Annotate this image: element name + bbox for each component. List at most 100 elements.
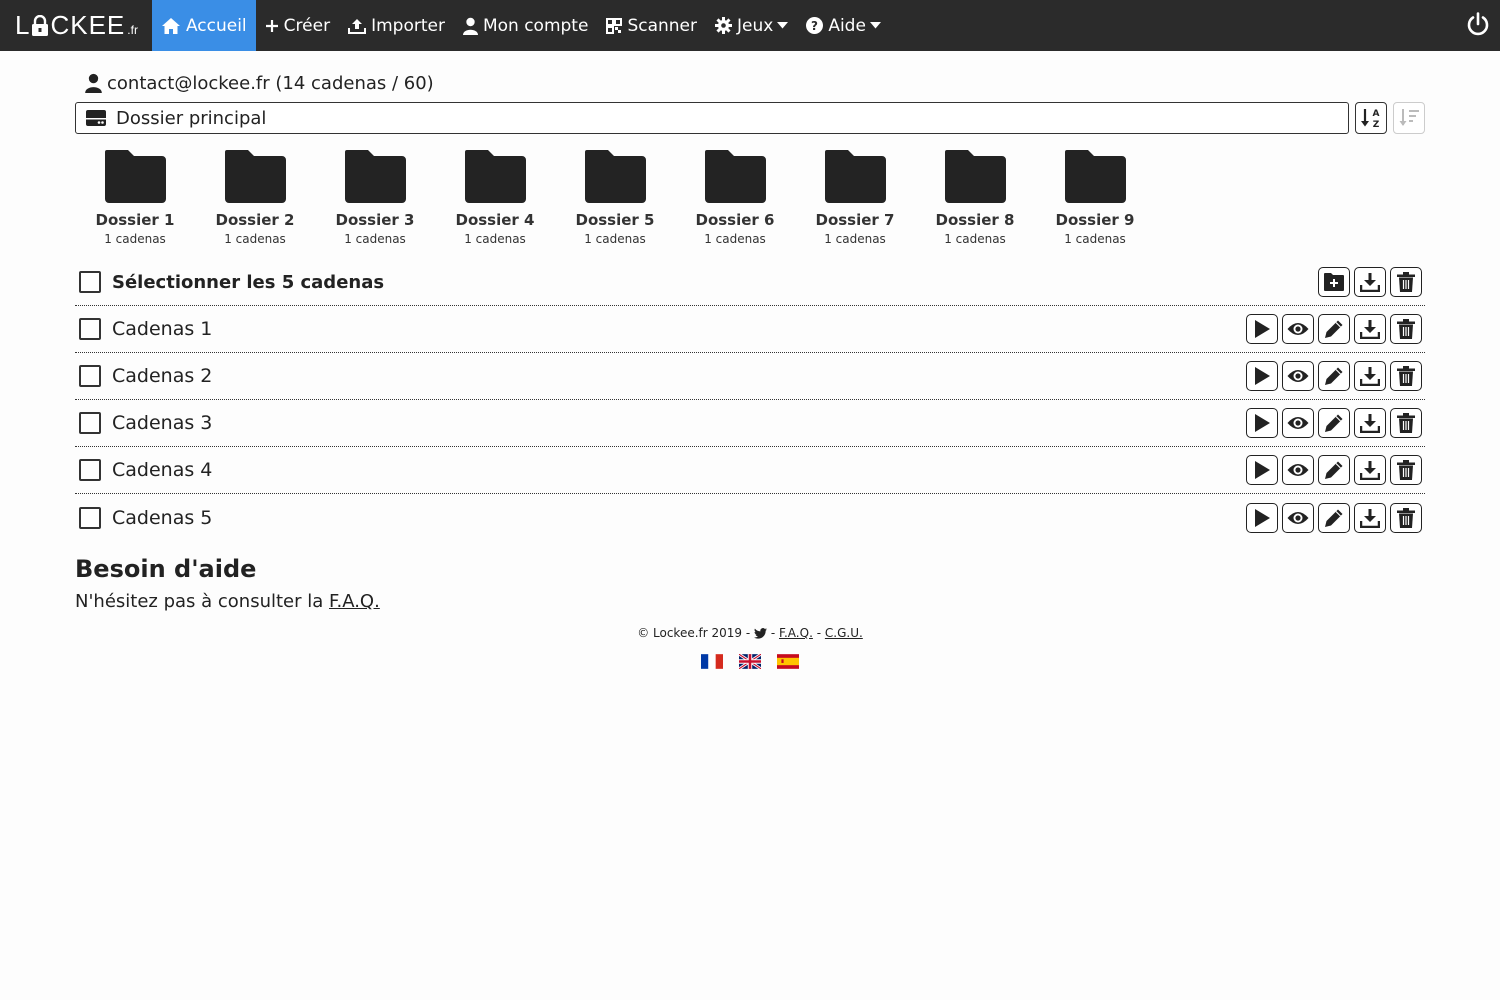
lock-row: Cadenas 5 — [75, 494, 1425, 541]
move-to-folder-button[interactable] — [1318, 267, 1350, 297]
play-button[interactable] — [1246, 455, 1278, 485]
folder-icon — [1064, 150, 1126, 203]
folder-select[interactable]: Dossier principal — [75, 102, 1349, 134]
pencil-icon — [1325, 367, 1343, 385]
delete-button[interactable] — [1390, 502, 1422, 533]
svg-text:?: ? — [811, 19, 818, 33]
flag-uk-icon[interactable] — [739, 654, 761, 669]
nav-games-label: Jeux — [737, 15, 774, 36]
main-content: contact@lockee.fr (14 cadenas / 60) Doss… — [75, 51, 1425, 612]
brand-logo[interactable]: L CKEE .fr — [0, 10, 152, 41]
delete-button[interactable] — [1390, 361, 1422, 391]
folder-select-value: Dossier principal — [116, 107, 267, 129]
folder-count: 1 cadenas — [464, 232, 526, 246]
edit-button[interactable] — [1318, 502, 1350, 533]
select-all-checkbox[interactable] — [79, 271, 101, 293]
nav-import[interactable]: Importer — [339, 0, 454, 51]
pencil-icon — [1325, 320, 1343, 338]
edit-button[interactable] — [1318, 314, 1350, 344]
edit-button[interactable] — [1318, 408, 1350, 438]
view-button[interactable] — [1282, 455, 1314, 485]
lock-name[interactable]: Cadenas 2 — [112, 365, 212, 387]
view-button[interactable] — [1282, 314, 1314, 344]
folder-count: 1 cadenas — [344, 232, 406, 246]
folder-item[interactable]: Dossier 4 1 cadenas — [435, 150, 555, 250]
folder-name: Dossier 9 — [1055, 211, 1135, 229]
download-button[interactable] — [1354, 408, 1386, 438]
play-button[interactable] — [1246, 408, 1278, 438]
delete-button[interactable] — [1390, 455, 1422, 485]
download-button[interactable] — [1354, 455, 1386, 485]
lock-checkbox[interactable] — [79, 506, 101, 529]
edit-button[interactable] — [1318, 455, 1350, 485]
trash-icon — [1397, 413, 1415, 433]
folder-icon — [104, 150, 166, 203]
help-faq-link[interactable]: F.A.Q. — [329, 591, 380, 612]
delete-button[interactable] — [1390, 267, 1422, 297]
folder-item[interactable]: Dossier 9 1 cadenas — [1035, 150, 1155, 250]
delete-button[interactable] — [1390, 408, 1422, 438]
folder-name: Dossier 7 — [815, 211, 895, 229]
sort-desc-button[interactable] — [1393, 102, 1425, 134]
footer-cgu-link[interactable]: C.G.U. — [825, 626, 863, 640]
folder-item[interactable]: Dossier 1 1 cadenas — [75, 150, 195, 250]
lock-name[interactable]: Cadenas 4 — [112, 459, 212, 481]
play-button[interactable] — [1246, 361, 1278, 391]
view-button[interactable] — [1282, 408, 1314, 438]
download-button[interactable] — [1354, 314, 1386, 344]
twitter-link[interactable] — [754, 628, 768, 642]
sort-asc-button[interactable]: AZ — [1355, 102, 1387, 134]
folder-name: Dossier 3 — [335, 211, 415, 229]
play-button[interactable] — [1246, 502, 1278, 533]
lock-name[interactable]: Cadenas 5 — [112, 507, 212, 529]
lock-actions — [1242, 361, 1422, 391]
folder-item[interactable]: Dossier 7 1 cadenas — [795, 150, 915, 250]
play-button[interactable] — [1246, 314, 1278, 344]
lock-checkbox[interactable] — [79, 412, 101, 434]
folder-item[interactable]: Dossier 6 1 cadenas — [675, 150, 795, 250]
folder-item[interactable]: Dossier 3 1 cadenas — [315, 150, 435, 250]
home-icon — [161, 17, 180, 34]
view-button[interactable] — [1282, 502, 1314, 533]
folder-item[interactable]: Dossier 8 1 cadenas — [915, 150, 1035, 250]
twitter-icon — [754, 628, 768, 639]
download-icon — [1360, 414, 1380, 433]
hdd-icon — [86, 110, 106, 126]
nav-account[interactable]: Mon compte — [454, 0, 597, 51]
flag-es-icon[interactable] — [777, 654, 799, 669]
nav-scanner[interactable]: Scanner — [597, 0, 706, 51]
lock-row: Cadenas 3 — [75, 400, 1425, 447]
folder-item[interactable]: Dossier 2 1 cadenas — [195, 150, 315, 250]
folder-icon — [224, 150, 286, 203]
view-button[interactable] — [1282, 361, 1314, 391]
flag-fr-icon[interactable] — [701, 654, 723, 669]
help-text-body: N'hésitez pas à consulter la — [75, 591, 324, 612]
nav-help[interactable]: ? Aide — [797, 0, 890, 51]
select-all-label: Sélectionner les 5 cadenas — [112, 271, 385, 293]
power-icon — [1467, 12, 1489, 36]
download-button[interactable] — [1354, 502, 1386, 533]
folder-item[interactable]: Dossier 5 1 cadenas — [555, 150, 675, 250]
download-button[interactable] — [1354, 267, 1386, 297]
lock-checkbox[interactable] — [79, 318, 101, 340]
download-button[interactable] — [1354, 361, 1386, 391]
eye-icon — [1287, 323, 1309, 335]
pencil-icon — [1325, 414, 1343, 432]
svg-text:Z: Z — [1373, 120, 1380, 129]
lock-checkbox[interactable] — [79, 459, 101, 481]
nav-games[interactable]: Jeux — [706, 0, 797, 51]
play-icon — [1255, 508, 1270, 527]
lock-checkbox[interactable] — [79, 365, 101, 387]
lock-name[interactable]: Cadenas 3 — [112, 412, 212, 434]
download-icon — [1360, 508, 1380, 528]
edit-button[interactable] — [1318, 361, 1350, 391]
delete-button[interactable] — [1390, 314, 1422, 344]
folder-count: 1 cadenas — [104, 232, 166, 246]
footer-faq-link[interactable]: F.A.Q. — [779, 626, 813, 640]
lock-row: Cadenas 2 — [75, 353, 1425, 400]
lock-name[interactable]: Cadenas 1 — [112, 318, 212, 340]
power-button[interactable] — [1466, 12, 1490, 41]
nav-create[interactable]: Créer — [256, 0, 339, 51]
nav-home[interactable]: Accueil — [151, 0, 256, 51]
footer-copyright: © Lockee.fr 2019 - — [637, 626, 751, 640]
